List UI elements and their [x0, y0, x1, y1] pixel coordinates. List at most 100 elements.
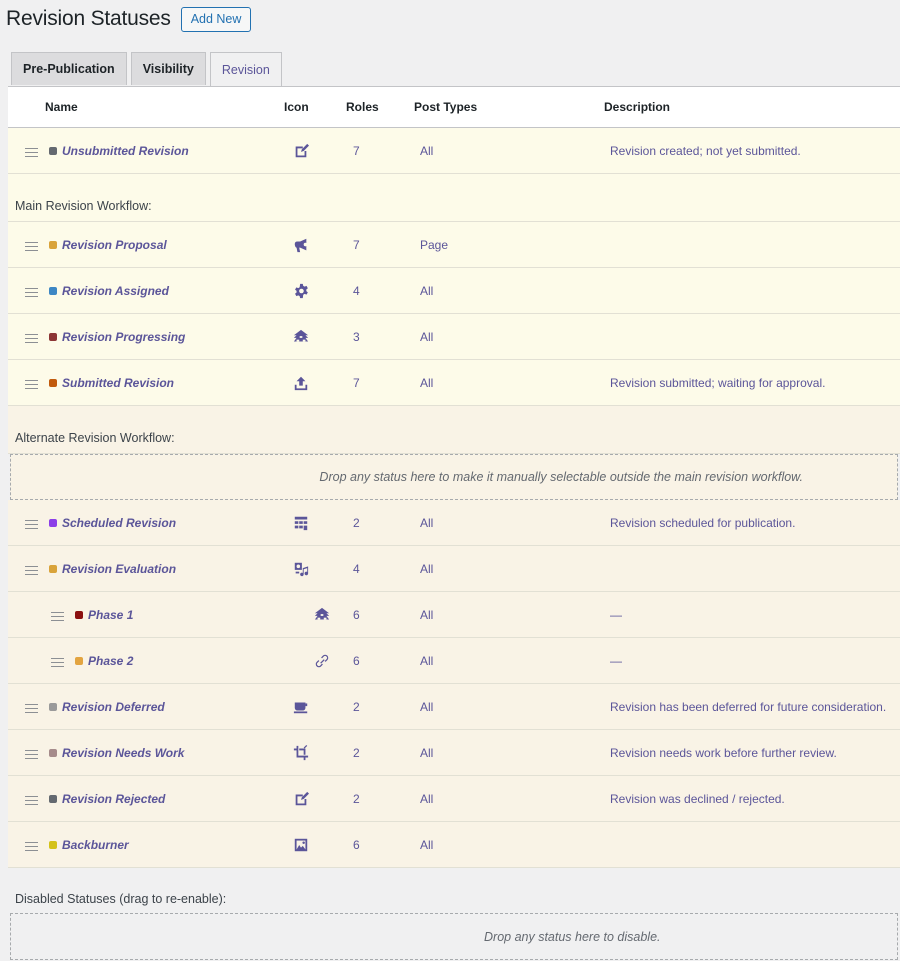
- status-color-swatch: [49, 749, 57, 757]
- tab-bar: Pre-Publication Visibility Revision: [11, 52, 282, 86]
- crop-icon: [292, 744, 310, 762]
- status-name-link[interactable]: Unsubmitted Revision: [62, 144, 189, 158]
- media-interactive-icon: [292, 560, 310, 578]
- status-post-types: All: [420, 700, 434, 714]
- drag-handle-icon[interactable]: [51, 658, 64, 670]
- status-roles: 6: [353, 654, 360, 668]
- tab-revision[interactable]: Revision: [209, 52, 282, 86]
- status-roles: 4: [353, 284, 360, 298]
- alternate-workflow-label: Alternate Revision Workflow:: [15, 431, 175, 445]
- status-description: Revision was declined / rejected.: [610, 792, 785, 806]
- col-description[interactable]: Description: [604, 100, 670, 114]
- status-description: —: [610, 608, 622, 622]
- drag-handle-icon[interactable]: [25, 566, 38, 578]
- status-color-swatch: [49, 703, 57, 711]
- status-name-link[interactable]: Backburner: [62, 838, 129, 852]
- drag-handle-icon[interactable]: [25, 750, 38, 762]
- disabled-statuses-label: Disabled Statuses (drag to re-enable):: [15, 892, 227, 906]
- status-description: Revision created; not yet submitted.: [610, 144, 801, 158]
- status-color-swatch: [49, 379, 57, 387]
- status-color-swatch: [75, 657, 83, 665]
- status-roles: 2: [353, 700, 360, 714]
- status-roles: 6: [353, 608, 360, 622]
- table-header: Name Icon Roles Post Types Description: [8, 86, 900, 128]
- alternate-drop-message: Drop any status here to make it manually…: [319, 470, 803, 484]
- edit-icon: [292, 142, 310, 160]
- gear-icon: [292, 282, 310, 300]
- col-post-types[interactable]: Post Types: [414, 100, 477, 114]
- status-name-link[interactable]: Phase 1: [88, 608, 133, 622]
- status-row-phase-2[interactable]: Phase 2 6 All —: [8, 638, 900, 684]
- status-name-link[interactable]: Phase 2: [88, 654, 133, 668]
- status-description: Revision has been deferred for future co…: [610, 700, 887, 714]
- status-roles: 2: [353, 516, 360, 530]
- drag-handle-icon[interactable]: [25, 520, 38, 532]
- alternate-drop-zone[interactable]: Drop any status here to make it manually…: [10, 454, 898, 500]
- status-description: Revision needs work before further revie…: [610, 746, 837, 760]
- col-roles[interactable]: Roles: [346, 100, 379, 114]
- coffee-icon: [292, 698, 310, 716]
- image-icon: [292, 836, 310, 854]
- status-row-revision-needs-work[interactable]: Revision Needs Work 2 All Revision needs wo…: [8, 730, 900, 776]
- alternate-workflow-rows: Scheduled Revision 2 All Revision scheduled…: [8, 500, 900, 868]
- drag-handle-icon[interactable]: [25, 288, 38, 300]
- status-name-link[interactable]: Revision Evaluation: [62, 562, 176, 576]
- status-name-link[interactable]: Revision Assigned: [62, 284, 169, 298]
- link-icon: [313, 652, 331, 670]
- tab-pre-publication[interactable]: Pre-Publication: [11, 52, 127, 85]
- drag-handle-icon[interactable]: [25, 796, 38, 808]
- status-roles: 7: [353, 238, 360, 252]
- status-row-backburner[interactable]: Backburner 6 All: [8, 822, 900, 868]
- drag-handle-icon[interactable]: [25, 704, 38, 716]
- status-name-link[interactable]: Scheduled Revision: [62, 516, 176, 530]
- status-color-swatch: [49, 795, 57, 803]
- status-post-types: All: [420, 746, 434, 760]
- col-icon[interactable]: Icon: [284, 100, 309, 114]
- status-row-phase-1[interactable]: Phase 1 6 All —: [8, 592, 900, 638]
- status-name-link[interactable]: Revision Deferred: [62, 700, 165, 714]
- status-post-types: All: [420, 284, 434, 298]
- status-color-swatch: [49, 519, 57, 527]
- status-row-revision-deferred[interactable]: Revision Deferred 2 All Revision has been d…: [8, 684, 900, 730]
- status-post-types: All: [420, 330, 434, 344]
- alternate-workflow-section: Alternate Revision Workflow:: [8, 406, 900, 454]
- drag-handle-icon[interactable]: [25, 334, 38, 346]
- status-name-link[interactable]: Revision Progressing: [62, 330, 185, 344]
- status-row-unsubmitted-revision[interactable]: Unsubmitted Revision 7 All Revision created…: [8, 128, 900, 174]
- status-post-types: All: [420, 838, 434, 852]
- status-post-types: All: [420, 376, 434, 390]
- status-row-revision-assigned[interactable]: Revision Assigned 4 All: [8, 268, 900, 314]
- disabled-drop-zone[interactable]: Drop any status here to disable.: [10, 913, 898, 960]
- status-name-link[interactable]: Revision Proposal: [62, 238, 167, 252]
- status-description: Revision submitted; waiting for approval…: [610, 376, 826, 390]
- edit-icon: [292, 790, 310, 808]
- status-post-types: All: [420, 516, 434, 530]
- drag-handle-icon[interactable]: [25, 242, 38, 254]
- schedule-icon: [292, 514, 310, 532]
- drag-handle-icon[interactable]: [25, 842, 38, 854]
- status-row-revision-rejected[interactable]: Revision Rejected 2 All Revision was declin…: [8, 776, 900, 822]
- status-row-revision-progressing[interactable]: Revision Progressing 3 All: [8, 314, 900, 360]
- status-row-revision-evaluation[interactable]: Revision Evaluation 4 All: [8, 546, 900, 592]
- status-color-swatch: [49, 565, 57, 573]
- add-new-button[interactable]: Add New: [180, 6, 252, 32]
- disabled-drop-message: Drop any status here to disable.: [484, 930, 661, 944]
- status-color-swatch: [49, 287, 57, 295]
- col-name[interactable]: Name: [45, 100, 78, 114]
- status-row-revision-proposal[interactable]: Revision Proposal 7 Page: [8, 222, 900, 268]
- drag-handle-icon[interactable]: [25, 148, 38, 160]
- main-workflow-label: Main Revision Workflow:: [15, 199, 152, 213]
- page-title: Revision Statuses: [6, 7, 171, 30]
- status-row-submitted-revision[interactable]: Submitted Revision 7 All Revision submitted…: [8, 360, 900, 406]
- drag-handle-icon[interactable]: [25, 380, 38, 392]
- hierarchy-icon: [292, 328, 310, 346]
- status-row-scheduled-revision[interactable]: Scheduled Revision 2 All Revision scheduled…: [8, 500, 900, 546]
- drag-handle-icon[interactable]: [51, 612, 64, 624]
- status-roles: 4: [353, 562, 360, 576]
- tab-visibility[interactable]: Visibility: [130, 52, 206, 85]
- status-table: Name Icon Roles Post Types Description U…: [8, 86, 900, 868]
- status-name-link[interactable]: Submitted Revision: [62, 376, 174, 390]
- status-name-link[interactable]: Revision Rejected: [62, 792, 165, 806]
- status-name-link[interactable]: Revision Needs Work: [62, 746, 184, 760]
- status-post-types: Page: [420, 238, 449, 252]
